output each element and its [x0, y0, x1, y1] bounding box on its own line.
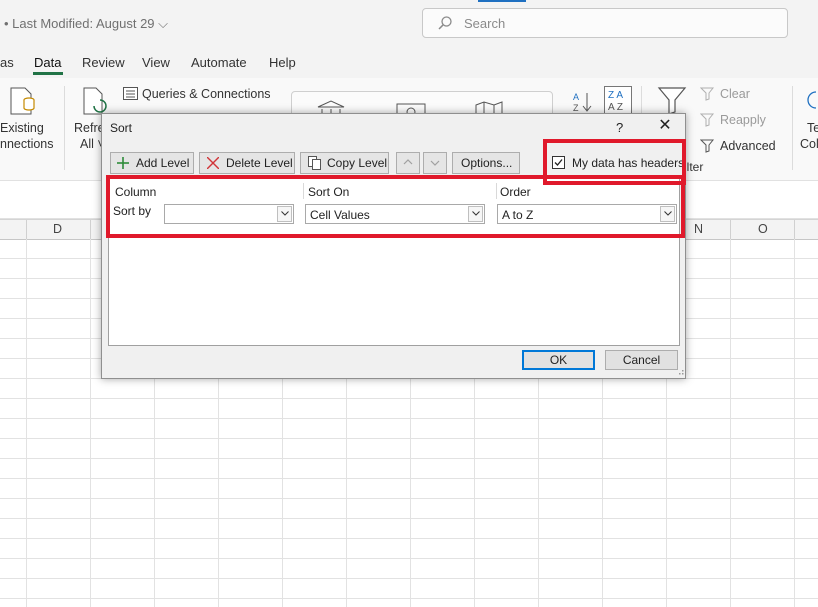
chevron-up-icon — [403, 159, 413, 165]
copy-level-button[interactable]: Copy Level — [300, 152, 389, 174]
svg-text:Z: Z — [573, 103, 579, 113]
search-icon — [438, 16, 452, 30]
existing-label-2[interactable]: nnections — [0, 137, 54, 151]
help-button[interactable]: ? — [616, 120, 623, 135]
tab-accent — [478, 0, 526, 2]
delete-level-label: Delete Level — [226, 156, 293, 170]
title-bar: • Last Modified: August 29 ⌵ Search — [0, 0, 818, 48]
refresh-all-icon[interactable] — [82, 86, 110, 116]
close-icon[interactable]: ✕ — [656, 117, 674, 135]
text-to-columns-label-1[interactable]: Te — [807, 121, 818, 135]
ok-button[interactable]: OK — [522, 350, 595, 370]
ribbon-separator — [64, 86, 65, 170]
menu-bar: as Data Review View Automate Help — [0, 48, 818, 78]
existing-connections-icon[interactable] — [8, 86, 38, 116]
tab-data[interactable]: Data — [34, 55, 61, 70]
reapply-button[interactable]: Reapply — [720, 113, 766, 127]
add-level-button[interactable]: Add Level — [110, 152, 194, 174]
tab-review[interactable]: Review — [82, 55, 125, 70]
svg-text:A: A — [573, 92, 579, 102]
search-input[interactable]: Search — [422, 8, 788, 38]
delete-x-icon — [207, 157, 219, 169]
column-header-o[interactable]: O — [758, 222, 768, 236]
move-down-button[interactable] — [423, 152, 447, 174]
search-placeholder: Search — [464, 16, 506, 31]
col-divider — [90, 220, 91, 239]
col-divider — [26, 220, 27, 239]
options-button[interactable]: Options... — [452, 152, 520, 174]
filter-icon[interactable] — [657, 86, 687, 116]
plus-icon — [117, 157, 129, 169]
svg-text:A Z: A Z — [608, 102, 623, 113]
move-up-button[interactable] — [396, 152, 420, 174]
svg-text:Z A: Z A — [608, 90, 623, 101]
text-to-columns-label-2[interactable]: Col — [800, 137, 818, 151]
resize-grip-icon[interactable] — [676, 368, 685, 377]
last-modified-label[interactable]: • Last Modified: August 29 ⌵ — [4, 16, 168, 32]
queries-connections-button[interactable]: Queries & Connections — [142, 87, 271, 101]
reapply-icon — [700, 113, 715, 127]
advanced-button[interactable]: Advanced — [720, 139, 776, 153]
tab-view[interactable]: View — [142, 55, 170, 70]
copy-icon — [308, 156, 321, 170]
sort-az-icon[interactable]: A Z — [572, 90, 594, 114]
column-header-d[interactable]: D — [53, 222, 62, 236]
clear-filter-icon — [700, 87, 715, 101]
col-divider — [794, 220, 795, 239]
clear-button[interactable]: Clear — [720, 87, 750, 101]
dialog-title: Sort — [110, 121, 133, 135]
queries-connections-icon — [123, 87, 138, 100]
filter-label-fragment[interactable]: ilter — [684, 160, 703, 174]
text-to-columns-icon[interactable] — [804, 90, 818, 112]
cancel-button[interactable]: Cancel — [605, 350, 678, 370]
sort-dialog-icon[interactable]: Z A A Z — [604, 86, 632, 114]
col-divider — [730, 220, 731, 239]
tab-data-underline — [33, 72, 63, 75]
tab-formulas[interactable]: as — [0, 55, 14, 70]
delete-level-button[interactable]: Delete Level — [199, 152, 295, 174]
copy-level-label: Copy Level — [327, 156, 388, 170]
advanced-filter-icon — [700, 139, 715, 153]
chevron-down-icon — [430, 160, 440, 166]
refresh-label-1[interactable]: Refre — [74, 121, 105, 135]
annotation-highlight-sort-row — [106, 175, 685, 238]
column-header-n[interactable]: N — [694, 222, 703, 236]
tab-automate[interactable]: Automate — [191, 55, 247, 70]
add-level-label: Add Level — [136, 156, 190, 170]
tab-help[interactable]: Help — [269, 55, 296, 70]
existing-label-1[interactable]: Existing — [0, 121, 44, 135]
ribbon-separator-3 — [792, 86, 793, 170]
options-label: Options... — [461, 156, 513, 170]
